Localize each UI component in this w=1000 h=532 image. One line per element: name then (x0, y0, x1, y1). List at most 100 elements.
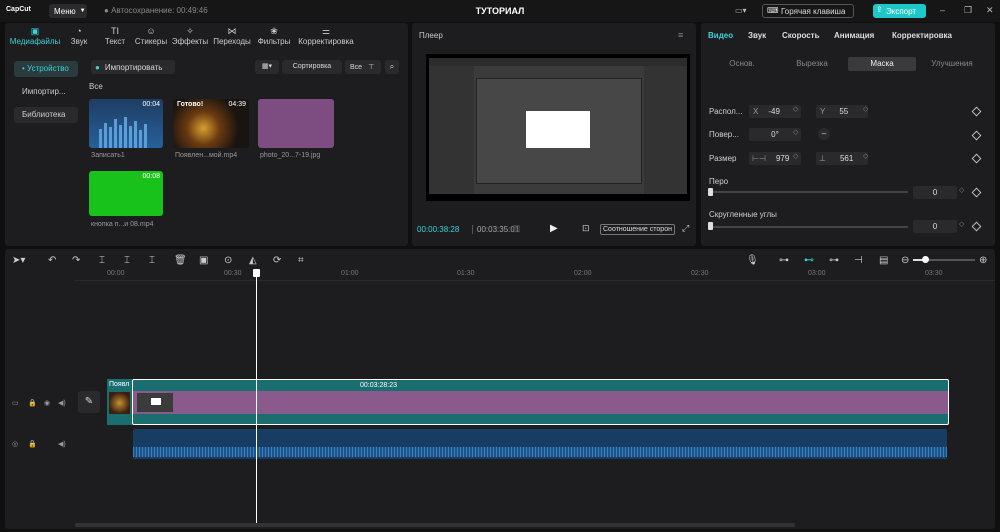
subtab-basic[interactable]: Основ. (708, 57, 776, 71)
tab-media[interactable]: ▣ Медиафайлы (7, 26, 63, 46)
import-button[interactable]: ● Импортировать (91, 60, 175, 74)
props-tab-audio[interactable]: Звук (748, 31, 766, 40)
height-stepper-icon[interactable]: ◇ (863, 152, 868, 160)
media-thumb-recording[interactable]: 00:04 (89, 99, 163, 148)
props-tab-animation[interactable]: Анимация (834, 31, 874, 40)
props-tab-adjust[interactable]: Корректировка (892, 31, 952, 40)
timeline-toggle-icon[interactable]: ▥ (512, 223, 521, 234)
sidebar-item-device[interactable]: • Устройство (14, 61, 78, 77)
zoom-slider-handle[interactable] (922, 256, 929, 263)
sidebar-item-library[interactable]: Библиотека (14, 107, 78, 123)
feather-stepper-icon[interactable]: ◇ (959, 186, 964, 194)
hotkey-button[interactable]: ⌨ Горячая клавиша (762, 4, 854, 18)
zoom-in-icon[interactable]: ⊕ (979, 255, 987, 266)
time-ruler[interactable] (75, 269, 995, 281)
filter-button[interactable]: Все ⊤ (345, 60, 381, 74)
caption-icon[interactable]: ▤ (879, 255, 888, 266)
tab-effects[interactable]: ✧ Эффекты (171, 26, 209, 46)
round-stepper-icon[interactable]: ◇ (959, 220, 964, 228)
clip-left-part[interactable]: Появл (107, 379, 132, 425)
link-main-track-icon[interactable]: ⊶ (779, 255, 789, 266)
keyframe-rotation-icon[interactable] (971, 130, 982, 141)
y-input[interactable]: Y 55 (816, 105, 868, 118)
search-icon[interactable]: ⌕ (385, 60, 399, 74)
timeline-scrollbar[interactable] (75, 523, 795, 527)
props-tab-video[interactable]: Видео (708, 31, 733, 40)
delete-icon[interactable]: 🗑 (174, 255, 187, 266)
size-label: Размер (709, 154, 737, 163)
keyframe-feather-icon[interactable] (971, 187, 982, 198)
preview-canvas[interactable] (426, 54, 690, 201)
undo-icon[interactable]: ↶ (48, 255, 56, 266)
tab-adjust[interactable]: ⚌ Корректировка (295, 26, 357, 46)
props-tab-speed[interactable]: Скорость (782, 31, 820, 40)
x-stepper-icon[interactable]: ◇ (793, 105, 798, 113)
keyframe-position-icon[interactable] (971, 106, 982, 117)
width-stepper-icon[interactable]: ◇ (793, 152, 798, 160)
media-name: Записать1 (91, 152, 125, 159)
player-menu-icon[interactable]: ≡ (678, 30, 683, 40)
tab-audio[interactable]: ◔ Звук (65, 26, 93, 46)
tab-transitions[interactable]: ⋈ Переходы (211, 26, 253, 46)
split-left-icon[interactable]: ⌶ (124, 255, 130, 266)
sidebar-item-import[interactable]: Импортир... (14, 84, 78, 100)
tab-filters[interactable]: ❀ Фильтры (255, 26, 293, 46)
split-right-icon[interactable]: ⌶ (149, 255, 155, 266)
play-icon[interactable]: ▶ (550, 223, 558, 234)
maximize-icon[interactable]: ❐ (964, 5, 972, 16)
mirror-icon[interactable]: ◭ (249, 255, 257, 266)
round-slider-handle[interactable] (708, 222, 713, 230)
expand-icon[interactable]: ⤢ (682, 223, 689, 234)
y-stepper-icon[interactable]: ◇ (863, 105, 868, 113)
feather-slider-track[interactable] (710, 191, 908, 193)
media-thumb-photo[interactable] (258, 99, 334, 148)
sort-button[interactable]: Сортировка (282, 60, 342, 74)
volume-icon[interactable]: ◀) (58, 440, 66, 448)
edit-cover-icon[interactable]: ✎ (78, 391, 100, 413)
select-tool-icon[interactable]: ➤▾ (12, 255, 25, 266)
lock-icon[interactable]: 🔒 (28, 440, 37, 448)
split-icon[interactable]: ⌶ (99, 255, 105, 266)
fullscreen-frame-icon[interactable]: ⊡ (582, 223, 590, 234)
crop-icon[interactable]: ⌗ (298, 255, 304, 266)
height-input[interactable]: ⊥ 561 (816, 152, 868, 165)
reverse-icon[interactable]: ⊙ (224, 255, 232, 266)
playhead-handle[interactable] (253, 269, 260, 277)
zoom-out-icon[interactable]: ⊖ (901, 255, 909, 266)
microphone-icon[interactable]: 🎙 (746, 255, 759, 266)
plus-icon: ● (95, 62, 100, 72)
round-input[interactable]: 0 (913, 220, 957, 233)
export-button[interactable]: ⇪ Экспорт (873, 4, 926, 18)
round-slider-track[interactable] (710, 226, 908, 228)
lock-icon[interactable]: 🔒 (28, 399, 37, 407)
minimize-icon[interactable]: – (940, 5, 945, 15)
freeze-icon[interactable]: ▣ (199, 255, 208, 266)
feather-slider-handle[interactable] (708, 188, 713, 196)
tab-text[interactable]: TI Текст (101, 26, 129, 46)
magnet-icon[interactable]: ⊷ (804, 255, 814, 266)
feather-input[interactable]: 0 (913, 186, 957, 199)
playhead[interactable] (256, 271, 257, 525)
volume-icon[interactable]: ◀) (58, 399, 66, 407)
video-clip[interactable]: 00:03:28:23 (132, 379, 949, 425)
subtab-cutout[interactable]: Вырезка (778, 57, 846, 71)
rotate-icon[interactable]: ⟳ (273, 255, 281, 266)
close-icon[interactable]: ✕ (986, 5, 994, 16)
rotation-dial[interactable]: – (818, 128, 830, 140)
media-thumb-video[interactable]: Готово! 04:39 (173, 99, 249, 148)
rotation-stepper-icon[interactable]: ◇ (793, 128, 798, 136)
subtab-enhance[interactable]: Улучшения (918, 57, 986, 71)
keyframe-size-icon[interactable] (971, 153, 982, 164)
redo-icon[interactable]: ↷ (72, 255, 80, 266)
grid-view-icon[interactable]: ▦▾ (255, 60, 279, 74)
export-icon: ⇪ (876, 5, 883, 14)
aspect-ratio-button[interactable]: Соотношение сторон (600, 224, 675, 235)
linkage-icon[interactable]: ⊶ (829, 255, 839, 266)
tab-stickers[interactable]: ☺ Стикеры (133, 26, 169, 46)
media-thumb-greenscreen[interactable]: 00:08 (89, 171, 163, 216)
preview-axis-icon[interactable]: ⊣ (854, 255, 863, 266)
layout-icon[interactable]: ▭▾ (735, 6, 747, 15)
keyframe-round-icon[interactable] (971, 221, 982, 232)
subtab-mask[interactable]: Маска (848, 57, 916, 71)
eye-icon[interactable]: ◉ (44, 399, 50, 407)
